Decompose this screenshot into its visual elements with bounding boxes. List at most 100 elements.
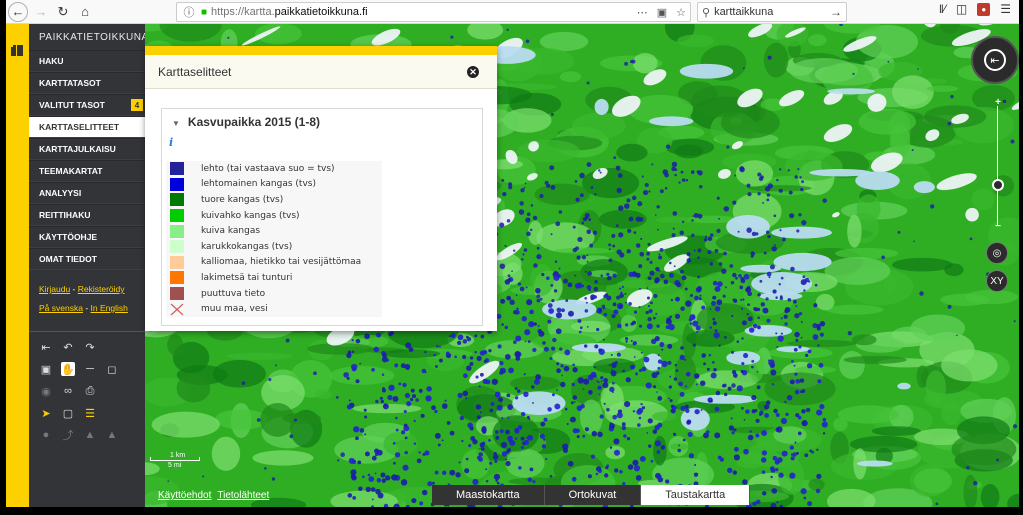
english-link[interactable]: In English	[91, 303, 128, 313]
zoom-box-icon[interactable]: ▣	[39, 362, 53, 376]
home-icon[interactable]: ⌂	[74, 1, 96, 23]
selected-layers-count-badge: 4	[131, 99, 143, 111]
sidebar-item-label: REITTIHAKU	[39, 210, 91, 220]
save-drawing-icon[interactable]: ▲	[105, 428, 119, 442]
legend-entry: lehtomainen kangas (tvs)	[166, 177, 382, 193]
ublock-icon[interactable]: ●	[977, 2, 991, 16]
legend-panel-header: Karttaselitteet ✕	[145, 55, 497, 89]
sidebar-item-teemakartat[interactable]: TEEMAKARTAT	[29, 160, 145, 182]
measure-line-icon[interactable]: ─	[83, 362, 97, 376]
address-bar[interactable]: ⓘ ■ https://kartta.paikkatietoikkuna.fi …	[176, 2, 691, 22]
library-icon[interactable]: ‖⁄	[939, 2, 946, 16]
reload-icon[interactable]: ↻	[52, 1, 74, 23]
draw-line-icon[interactable]: ⤴	[61, 428, 75, 442]
rotate-reset-icon[interactable]: ⇤	[984, 49, 1006, 71]
legend-entry-label: tuore kangas (tvs)	[201, 194, 284, 205]
sidebar-item-omat-tiedot[interactable]: OMAT TIEDOT	[29, 248, 145, 270]
legend-layer-title-text: Kasvupaikka 2015 (1-8)	[187, 115, 320, 129]
legend-entry-label: lehtomainen kangas (tvs)	[201, 179, 316, 190]
legend-layer-title[interactable]: ▼ Kasvupaikka 2015 (1-8)	[172, 115, 320, 129]
sidebar-toggle-icon[interactable]: ◫	[956, 2, 967, 16]
legend-entry-label: kuivahko kangas (tvs)	[201, 210, 300, 221]
zoom-slider[interactable]: + −	[992, 97, 1004, 232]
register-link[interactable]: Rekisteröidy	[78, 284, 125, 294]
sidebar-item-label: KÄYTTÖOHJE	[39, 232, 98, 242]
sidebar-item-karttaselitteet[interactable]: KARTTASELITTEET	[29, 116, 145, 138]
search-text: karttaikkuna	[714, 6, 774, 18]
legend-color-swatch	[170, 224, 184, 238]
more-icon[interactable]: ⋯	[637, 6, 648, 19]
cross-swatch-icon	[170, 303, 184, 316]
legend-color-swatch	[170, 193, 184, 207]
zoom-knob[interactable]	[992, 179, 1004, 191]
pan-hand-icon[interactable]: ✋	[61, 362, 75, 376]
compass-control[interactable]: ⇤	[971, 36, 1019, 84]
legend-layer-box: ▼ Kasvupaikka 2015 (1-8) i lehto (tai vas…	[161, 108, 483, 326]
info-icon[interactable]: i	[169, 136, 173, 149]
sidebar: PAIKKATIETOIKKUNA HAKU KARTTATASOT VALITUT…	[29, 24, 148, 507]
sidebar-item-karttajulkaisu[interactable]: KARTTAJULKAISU	[29, 138, 145, 160]
info-icon[interactable]: ⓘ	[181, 4, 197, 20]
zoom-out-icon[interactable]: −	[993, 221, 1003, 232]
draw-point-icon[interactable]: ●	[39, 428, 53, 442]
url-text: https://kartta.paikkatietoikkuna.fi	[211, 6, 368, 18]
search-bar[interactable]: ⚲ karttaikkuna →	[697, 2, 847, 22]
tab-ortokuvat[interactable]: Ortokuvat	[544, 485, 642, 505]
legend-color-swatch	[170, 162, 184, 176]
pocket-icon[interactable]: ▣	[657, 6, 667, 19]
legend-color-swatch	[170, 209, 184, 223]
sidebar-links: Kirjaudu - Rekisteröidy På svenska - In …	[39, 284, 128, 313]
undo-icon[interactable]: ↶	[61, 340, 75, 354]
sidebar-item-käyttöohje[interactable]: KÄYTTÖOHJE	[29, 226, 145, 248]
sidebar-item-haku[interactable]: HAKU	[29, 50, 145, 72]
collapse-caret-icon[interactable]: ▼	[172, 119, 180, 128]
back-icon[interactable]: ←	[8, 1, 28, 22]
hamburger-menu-icon[interactable]: ☰	[1000, 2, 1011, 16]
legend-entry: muu maa, vesi	[166, 301, 382, 317]
close-icon[interactable]: ✕	[467, 66, 479, 78]
xy-coordinates-button[interactable]: XY	[986, 270, 1008, 292]
sidebar-item-label: TEEMAKARTAT	[39, 166, 103, 176]
zoom-track	[997, 106, 998, 226]
legend-panel-title: Karttaselitteet	[158, 64, 232, 79]
print-icon[interactable]: ⎙	[83, 384, 97, 398]
legend-entry: kuivahko kangas (tvs)	[166, 208, 382, 224]
redo-icon[interactable]: ↷	[83, 340, 97, 354]
tab-maastokartta[interactable]: Maastokartta	[432, 485, 545, 505]
lock-icon: ■	[201, 6, 208, 18]
sidebar-item-valitut-tasot[interactable]: VALITUT TASOT 4	[29, 94, 145, 116]
swedish-link[interactable]: På svenska	[39, 303, 83, 313]
legend-list: lehto (tai vastaava suo = tvs) lehtomaine…	[166, 161, 382, 317]
login-link[interactable]: Kirjaudu	[39, 284, 70, 294]
legend-entry: tuore kangas (tvs)	[166, 192, 382, 208]
logo-icon	[11, 45, 23, 56]
legend-entry-label: puuttuva tieto	[201, 288, 266, 299]
locate-icon[interactable]: ◎	[986, 242, 1008, 264]
reset-view-icon[interactable]: ⇤	[39, 340, 53, 354]
feature-info-icon[interactable]: ➤	[39, 406, 53, 420]
search-go-icon[interactable]: →	[830, 5, 842, 19]
tab-taustakartta[interactable]: Taustakartta	[641, 485, 751, 505]
legend-entry-label: lakimetsä tai tunturi	[201, 272, 293, 283]
sidebar-item-karttatasot[interactable]: KARTTATASOT	[29, 72, 145, 94]
legend-entry-label: karukkokangas (tvs)	[201, 241, 293, 252]
camera-icon[interactable]: ◉	[39, 384, 53, 398]
zoom-in-icon[interactable]: +	[993, 97, 1003, 108]
link-icon[interactable]: ∞	[61, 384, 75, 398]
legend-color-swatch	[170, 255, 184, 269]
background-map-switch: Maastokartta Ortokuvat Taustakartta	[432, 485, 751, 505]
sidebar-item-reittihaku[interactable]: REITTIHAKU	[29, 204, 145, 226]
terms-link[interactable]: Käyttöehdot	[158, 490, 211, 501]
sources-link[interactable]: Tietolähteet	[217, 490, 269, 501]
feature-data-icon[interactable]: ☰	[83, 406, 97, 420]
legend-entry: karukkokangas (tvs)	[166, 239, 382, 255]
bookmark-star-icon[interactable]: ☆	[676, 6, 686, 19]
feature-select-icon[interactable]: ▢	[61, 406, 75, 420]
draw-area-icon[interactable]: ▲	[83, 428, 97, 442]
sidebar-item-label: ANALYYSI	[39, 188, 82, 198]
sidebar-item-analyysi[interactable]: ANALYYSI	[29, 182, 145, 204]
forward-icon[interactable]: →	[30, 1, 52, 23]
measure-area-icon[interactable]: ◻	[105, 362, 119, 376]
brand-strip	[6, 24, 29, 507]
scale-bottom-label: 5 mi	[168, 462, 182, 469]
